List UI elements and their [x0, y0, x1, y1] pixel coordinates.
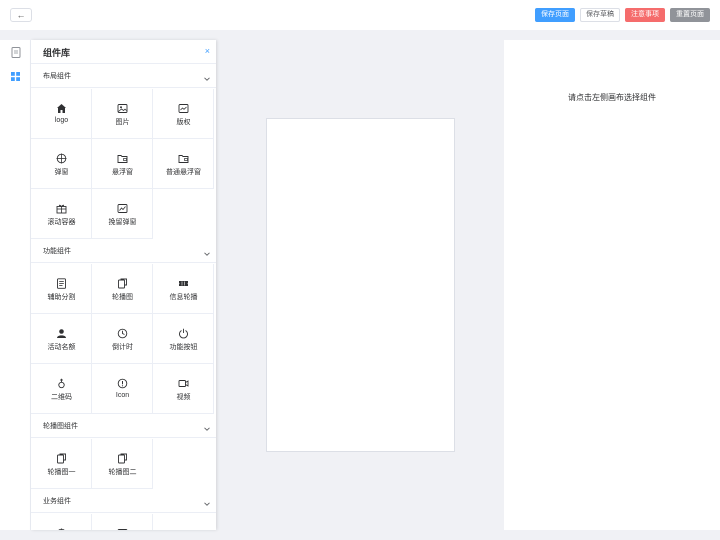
target-icon [56, 151, 67, 164]
image-icon [117, 526, 128, 530]
component-label: 倒计时 [112, 344, 133, 351]
document-icon [56, 276, 67, 289]
chevron-down-icon[interactable] [202, 496, 212, 506]
component-item[interactable]: Icon [92, 364, 153, 414]
component-item[interactable]: 挽留弹窗 [92, 189, 153, 239]
section-title: 功能组件 [43, 248, 71, 255]
top-toolbar: ← 保存页面 保存草稿 注意事项 重置页面 [0, 0, 720, 30]
component-item[interactable] [92, 514, 153, 530]
component-label: 图片 [115, 119, 130, 126]
component-label: 轮播图一 [47, 469, 76, 476]
info-icon [117, 376, 128, 389]
component-label: 活动名额 [47, 344, 76, 351]
section-header[interactable]: 业务组件 [31, 489, 216, 513]
tab-components[interactable] [0, 64, 31, 88]
component-label: Icon [115, 392, 130, 399]
component-item[interactable]: 视频 [153, 364, 214, 414]
section-header[interactable]: 轮播图组件 [31, 414, 216, 438]
section-title: 轮播图组件 [43, 423, 78, 430]
component-item[interactable]: 轮播图二 [92, 439, 153, 489]
component-label: 弹窗 [54, 169, 69, 176]
component-item[interactable]: 辅助分割 [31, 264, 92, 314]
component-grid: 辅助分割 轮播图 信息轮播活动名额 倒计时 功能按钮二维码 Icon 视频 [31, 264, 216, 414]
component-item[interactable]: 轮播图 [92, 264, 153, 314]
component-label: 辅助分割 [47, 294, 76, 301]
section-header[interactable]: 布局组件 [31, 64, 216, 88]
left-nav [0, 40, 31, 530]
power-icon [178, 326, 189, 339]
video-icon [178, 376, 189, 387]
section-title: 布局组件 [43, 73, 71, 80]
panel-header: 组件库 × [31, 40, 216, 64]
wallet-icon [117, 151, 128, 163]
carousel-icon [56, 451, 67, 464]
image-icon [117, 101, 128, 113]
component-label: 滚动容器 [47, 219, 76, 226]
section-header[interactable]: 功能组件 [31, 239, 216, 263]
target-icon [56, 526, 67, 530]
component-item[interactable]: logo [31, 89, 92, 139]
component-grid: logo 图片 版权弹窗 悬浮窗 普通悬浮窗滚动容器 挽留弹窗 [31, 89, 216, 239]
panel-title: 组件库 [43, 48, 71, 58]
save-page-button[interactable]: 保存页面 [535, 8, 575, 22]
back-button[interactable]: ← [10, 8, 32, 22]
component-item[interactable]: 图片 [92, 89, 153, 139]
property-panel: 请点击左侧画布选择组件 [504, 40, 720, 530]
gift-icon [56, 201, 67, 214]
tab-page-settings[interactable] [0, 40, 31, 64]
component-label: 版权 [176, 119, 191, 126]
carousel-icon [117, 451, 128, 464]
chart-icon [117, 201, 128, 213]
component-label: 信息轮播 [169, 294, 198, 301]
component-label: 悬浮窗 [112, 169, 133, 176]
user-icon [56, 326, 67, 338]
component-item[interactable]: 功能按钮 [153, 314, 214, 364]
component-item[interactable]: 普通悬浮窗 [153, 139, 214, 189]
component-grid [31, 514, 216, 530]
component-item[interactable]: 二维码 [31, 364, 92, 414]
component-label: 二维码 [51, 394, 72, 401]
canvas-preview[interactable] [266, 118, 455, 452]
component-label: logo [54, 117, 69, 124]
component-library-panel: 组件库 × 布局组件 logo 图片 版权弹窗 悬浮窗 普通悬浮窗滚动容器 挽留弹窗功能组件… [31, 40, 216, 530]
component-item[interactable] [31, 514, 92, 530]
chevron-down-icon[interactable] [202, 421, 212, 431]
components-grid-icon [11, 71, 20, 81]
chevron-down-icon[interactable] [202, 71, 212, 81]
reset-page-button[interactable]: 重置页面 [670, 8, 710, 22]
component-item[interactable]: 倒计时 [92, 314, 153, 364]
save-draft-button[interactable]: 保存草稿 [580, 8, 620, 22]
component-item[interactable]: 轮播图一 [31, 439, 92, 489]
component-label: 轮播图 [112, 294, 133, 301]
home-icon [56, 101, 67, 113]
component-label: 视频 [176, 394, 191, 401]
component-label: 功能按钮 [169, 344, 198, 351]
component-label: 轮播图二 [108, 469, 137, 476]
component-grid: 轮播图一 轮播图二 [31, 439, 216, 489]
carousel-icon [117, 276, 128, 289]
component-label: 普通悬浮窗 [166, 169, 201, 176]
clock-icon [117, 326, 128, 339]
close-icon[interactable]: × [205, 46, 210, 56]
bulb-icon [56, 376, 67, 389]
property-hint: 请点击左侧画布选择组件 [568, 93, 656, 102]
component-label: 挽留弹窗 [108, 219, 137, 226]
wallet-icon [178, 151, 189, 163]
section-title: 业务组件 [43, 498, 71, 505]
component-item[interactable]: 活动名额 [31, 314, 92, 364]
component-item[interactable]: 滚动容器 [31, 189, 92, 239]
component-item[interactable]: 弹窗 [31, 139, 92, 189]
page-icon [11, 46, 20, 58]
component-item[interactable]: 信息轮播 [153, 264, 214, 314]
ticket-icon [178, 276, 189, 287]
notes-button[interactable]: 注意事项 [625, 8, 665, 22]
copyright-icon [178, 101, 189, 113]
chevron-down-icon[interactable] [202, 246, 212, 256]
component-item[interactable]: 版权 [153, 89, 214, 139]
component-item[interactable]: 悬浮窗 [92, 139, 153, 189]
